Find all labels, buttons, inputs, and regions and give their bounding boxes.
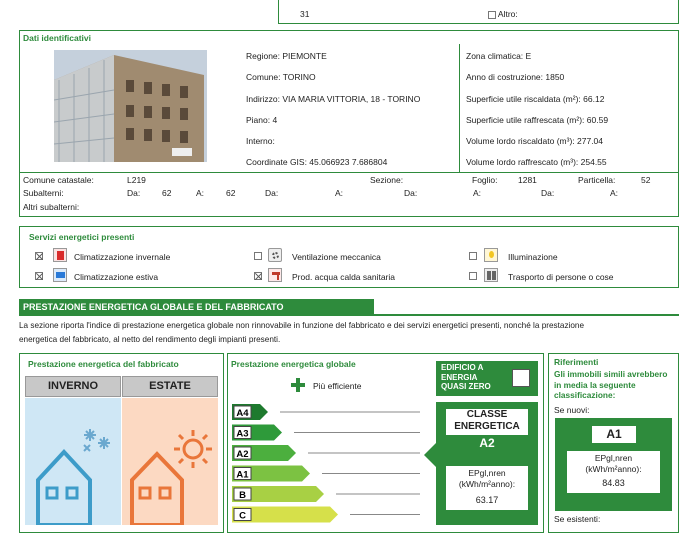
indirizzo: Indirizzo: VIA MARIA VITTORIA, 18 - TORI…	[246, 94, 421, 104]
catasto-divider	[19, 172, 679, 173]
sezione-label: Sezione:	[370, 175, 404, 185]
sub-da-label-4: Da:	[541, 188, 555, 198]
superficie-riscaldata: Superficie utile riscaldata (m²): 66.12	[466, 94, 605, 104]
service-label: Prod. acqua calda sanitaria	[292, 272, 396, 282]
altro-label: Altro:	[497, 9, 518, 19]
sub-da-label-3: Da:	[404, 188, 418, 198]
class-label-b: B	[239, 490, 246, 501]
fabbricato-title: Prestazione energetica del fabbricato	[28, 359, 179, 369]
foglio-value: 1281	[518, 175, 537, 185]
altro-checkbox[interactable]	[488, 10, 496, 19]
ident-divider	[459, 44, 460, 172]
volume-riscaldato: Volume lordo riscaldato (m³): 277.04	[466, 136, 604, 146]
riferimenti-title: Riferimenti	[554, 357, 599, 367]
ep-label: EPgl,nren (kWh/m²anno):	[458, 468, 516, 489]
piu-efficiente-label: Più efficiente	[313, 381, 362, 391]
plus-icon	[291, 378, 305, 392]
top-value: 31	[300, 9, 310, 19]
air-conditioner-icon	[53, 268, 67, 282]
riferimenti-desc: Gli immobili simili avrebbero in media l…	[554, 369, 668, 400]
nzeb-checkbox[interactable]	[512, 369, 530, 387]
zona-climatica: Zona climatica: E	[466, 51, 532, 61]
house-winter-icon	[36, 449, 92, 525]
prestazione-header-line	[374, 314, 679, 316]
superficie-raffrescata: Superficie utile raffrescata (m²): 60.59	[466, 115, 609, 125]
comune-catastale-label: Comune catastale:	[23, 175, 94, 185]
service-label: Illuminazione	[508, 252, 558, 262]
sub-a-label-4: A:	[610, 188, 619, 198]
ep-value: 63.17	[475, 495, 499, 505]
class-label-a2: A2	[236, 449, 248, 460]
coordinate-gis: Coordinate GIS: 45.066923 7.686804	[246, 157, 388, 167]
sub-a-label-3: A:	[473, 188, 482, 198]
inverno-header: INVERNO	[25, 376, 121, 397]
checkbox-checked[interactable]	[35, 272, 43, 280]
class-label-a3: A3	[236, 429, 248, 440]
service-label: Trasporto di persone o cose	[508, 272, 614, 282]
piano: Piano: 4	[246, 115, 278, 125]
checkbox-unchecked[interactable]	[469, 252, 477, 260]
prestazione-desc-2: energetica del fabbricato, al netto del …	[19, 335, 281, 344]
checkbox-unchecked[interactable]	[469, 272, 477, 280]
anno-costruzione: Anno di costruzione: 1850	[466, 72, 565, 82]
globale-title: Prestazione energetica globale	[231, 359, 356, 369]
volume-raffrescato: Volume lordo raffrescato (m³): 254.55	[466, 157, 607, 167]
sub-da-value-1: 62	[162, 188, 172, 198]
checkbox-unchecked[interactable]	[254, 252, 262, 260]
faucet-icon	[268, 268, 282, 282]
foglio-label: Foglio:	[472, 175, 498, 185]
service-label: Ventilazione meccanica	[292, 252, 381, 262]
se-esistenti-label: Se esistenti:	[554, 514, 601, 524]
fan-icon	[268, 248, 282, 262]
servizi-title: Servizi energetici presenti	[29, 232, 135, 242]
service-label: Climatizzazione invernale	[74, 252, 171, 262]
classe-value: A2	[479, 436, 495, 450]
elevator-icon	[484, 268, 498, 282]
prestazione-title: PRESTAZIONE ENERGETICA GLOBALE E DEL FAB…	[23, 302, 284, 312]
classe-label: CLASSE ENERGETICA	[454, 409, 520, 432]
comune: Comune: TORINO	[246, 72, 316, 82]
class-label-a1: A1	[236, 470, 249, 481]
service-label: Climatizzazione estiva	[74, 272, 159, 282]
class-label-c: C	[239, 511, 246, 522]
sub-a-label-2: A:	[335, 188, 344, 198]
subalterni-label: Subalterni:	[23, 188, 64, 198]
dati-identificativi-title: Dati identificativi	[23, 33, 92, 43]
altri-subalterni-label: Altri subalterni:	[23, 202, 80, 212]
energy-class-scale: A4 A3 A2 A1 BC	[232, 404, 420, 523]
sub-a-label-1: A:	[196, 188, 205, 198]
building-photo	[54, 50, 207, 162]
altro-option: Altro:	[488, 9, 518, 19]
rif-class-value: A1	[591, 425, 637, 444]
rif-ep-label: EPgl,nren (kWh/m²anno):	[585, 453, 642, 474]
comune-catastale-value: L219	[127, 175, 146, 185]
house-summer-icon	[130, 451, 184, 525]
interno: Interno:	[246, 136, 275, 146]
rif-ep-value: 84.83	[602, 478, 625, 488]
checkbox-checked[interactable]	[35, 252, 43, 260]
regione: Regione: PIEMONTE	[246, 51, 327, 61]
radiator-icon	[53, 248, 67, 262]
checkbox-checked[interactable]	[254, 272, 262, 280]
sub-a-value-1: 62	[226, 188, 236, 198]
sub-da-label-2: Da:	[265, 188, 279, 198]
nzeb-label: EDIFICIO A ENERGIA QUASI ZERO	[441, 363, 491, 391]
estate-header: ESTATE	[122, 376, 218, 397]
top-section-box	[278, 0, 679, 24]
particella-value: 52	[641, 175, 651, 185]
prestazione-desc-1: La sezione riporta l'indice di prestazio…	[19, 321, 585, 330]
particella-label: Particella:	[578, 175, 616, 185]
sub-da-label-1: Da:	[127, 188, 141, 198]
se-nuovi-label: Se nuovi:	[554, 405, 590, 415]
class-label-a4: A4	[236, 408, 249, 419]
lightbulb-icon	[484, 248, 498, 262]
